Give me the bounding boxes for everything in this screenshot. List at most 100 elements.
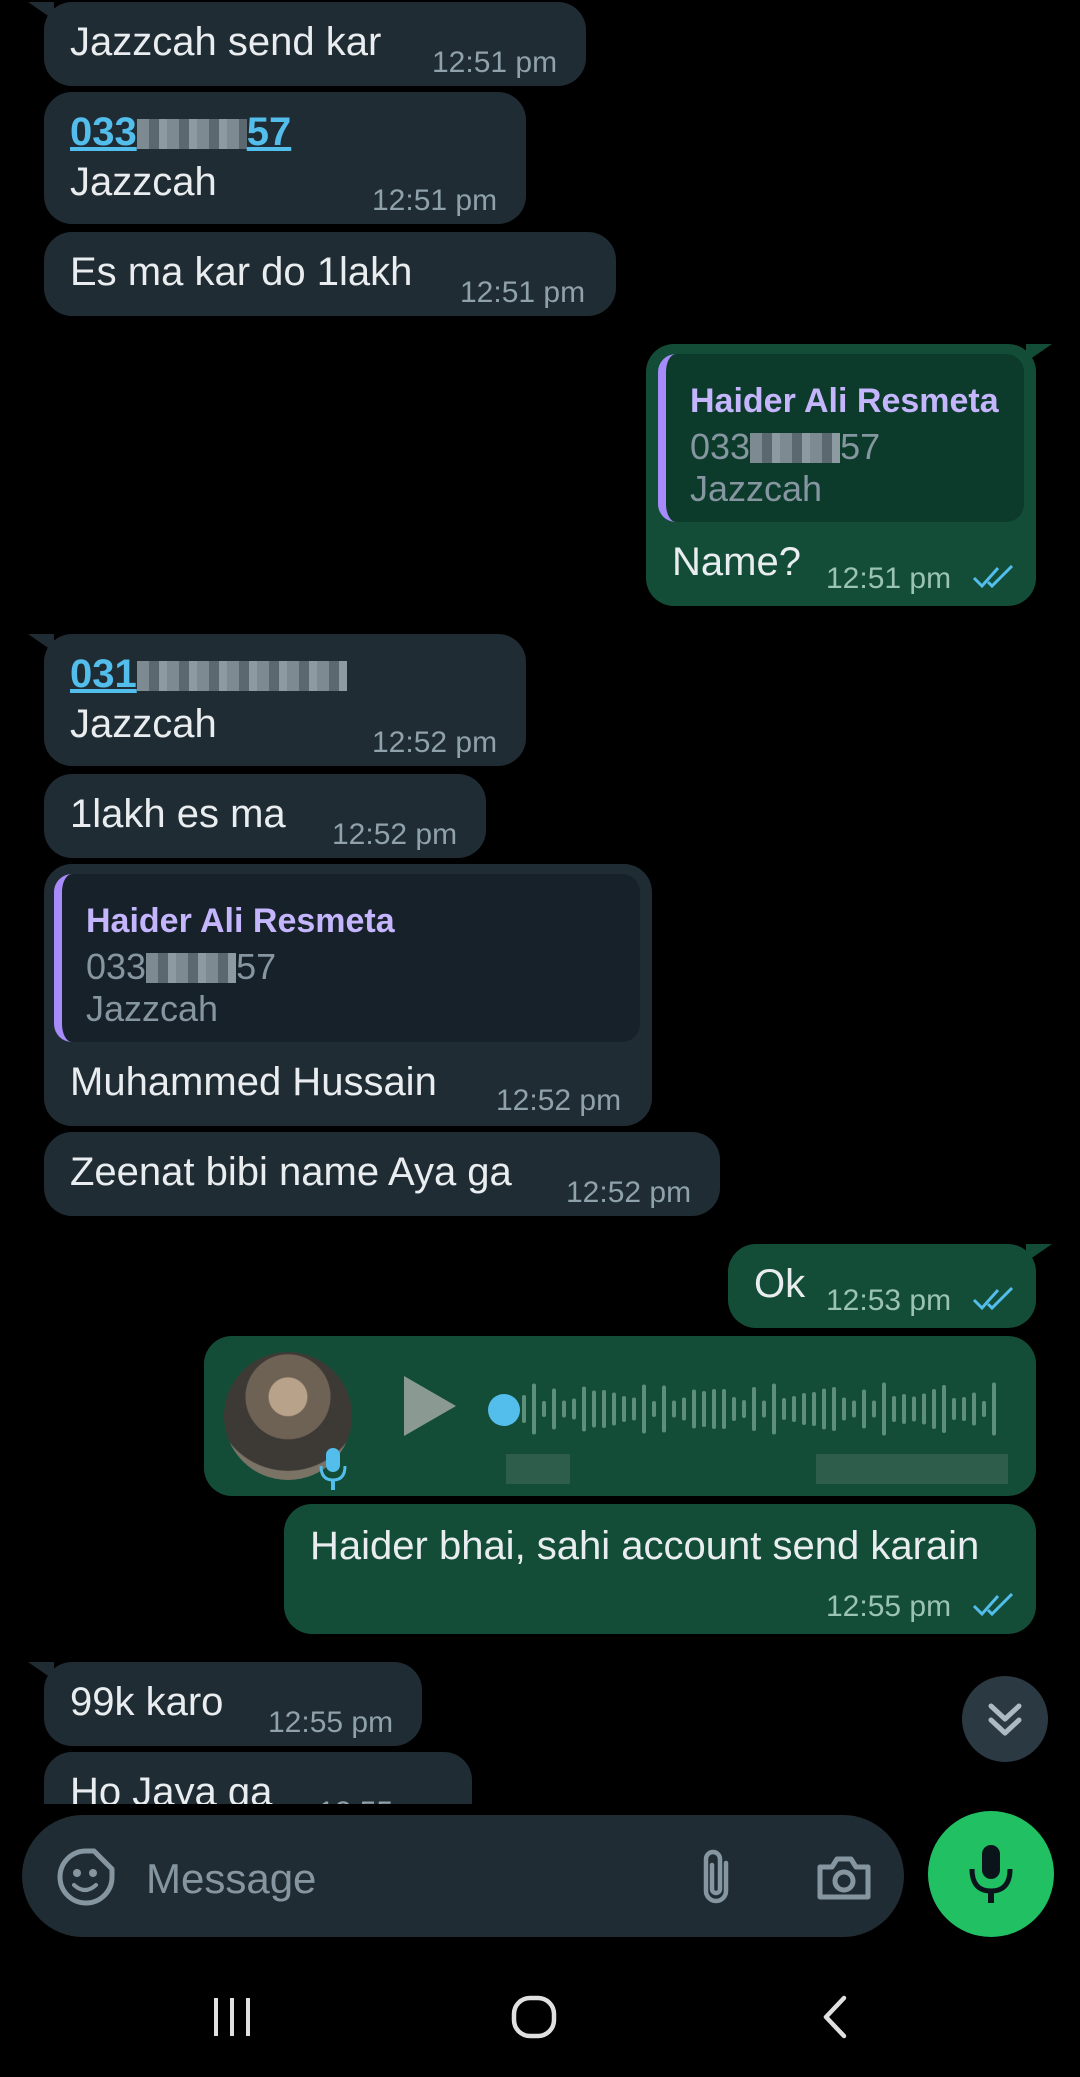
waveform-bar — [532, 1383, 536, 1435]
phone-link[interactable]: 033 57 — [70, 110, 291, 155]
message-outgoing[interactable]: Haider bhai, sahi account send karain 12… — [284, 1504, 1036, 1634]
waveform-bar — [922, 1393, 926, 1425]
message-text: Muhammed Hussain — [70, 1060, 437, 1104]
sticker-icon[interactable] — [56, 1847, 116, 1907]
message-text: Zeenat bibi name Aya ga — [70, 1150, 512, 1194]
message-incoming[interactable]: Ho Jaya ga 12:55 pm — [44, 1752, 472, 1804]
scroll-to-bottom-button[interactable] — [962, 1676, 1048, 1762]
redacted-digits — [136, 119, 247, 149]
message-text: 99k karo — [70, 1680, 224, 1724]
waveform-bar — [932, 1389, 936, 1429]
phone-prefix: 033 — [86, 946, 147, 987]
waveform-bar — [862, 1389, 866, 1429]
quoted-contact[interactable]: Haider Ali Resmeta 033 57 Jazzcah — [658, 354, 1024, 522]
waveform-bar — [522, 1395, 526, 1423]
waveform-bar — [602, 1390, 606, 1428]
double-check-icon — [972, 564, 1014, 589]
waveform-bar — [712, 1389, 716, 1429]
waveform-bar — [662, 1385, 666, 1433]
message-input[interactable]: Message — [146, 1855, 316, 1903]
message-text: 1lakh es ma — [70, 792, 286, 836]
message-incoming[interactable]: 99k karo 12:55 pm — [28, 1662, 422, 1746]
message-outgoing[interactable]: Ok 12:53 pm — [728, 1244, 1052, 1328]
waveform-bar — [722, 1389, 726, 1429]
waveform-bar — [592, 1390, 596, 1428]
waveform-bar — [622, 1396, 626, 1422]
message-incoming[interactable]: 031 Jazzcah 12:52 pm — [28, 634, 526, 766]
message-text: Es ma kar do 1lakh — [70, 250, 413, 294]
message-incoming[interactable]: Es ma kar do 1lakh 12:51 pm — [44, 232, 616, 316]
waveform-bar — [792, 1396, 796, 1422]
double-check-icon — [972, 1592, 1014, 1617]
message-incoming[interactable]: Jazzcah send kar 12:51 pm — [28, 2, 586, 86]
double-check-icon — [972, 1286, 1014, 1311]
message-time: 12:51 pm — [460, 276, 586, 309]
message-time: 12:55 pm — [826, 1590, 952, 1623]
message-text: Name? — [672, 540, 801, 584]
redacted-digits — [136, 661, 347, 691]
waveform-bar — [962, 1397, 966, 1421]
message-text: Haider bhai, sahi account send karain — [310, 1524, 980, 1568]
chat-area[interactable]: Jazzcah send kar 12:51 pm 033 57 Jazzcah … — [0, 0, 1080, 1804]
phone-link[interactable]: 031 — [70, 652, 347, 697]
message-incoming[interactable]: 1lakh es ma 12:52 pm — [44, 774, 486, 858]
message-time: 12:52 pm — [372, 726, 498, 759]
waveform-bar — [972, 1392, 976, 1426]
waveform-bar — [992, 1382, 996, 1436]
waveform-bar — [942, 1385, 946, 1433]
paperclip-icon[interactable] — [698, 1847, 738, 1907]
waveform-bar — [672, 1400, 676, 1418]
redacted-digits — [146, 953, 237, 983]
quote-phone: 033 57 — [86, 946, 276, 988]
waveform-bar — [562, 1400, 566, 1418]
message-time: 12:55 pm — [268, 1706, 394, 1739]
microphone-icon — [319, 1448, 347, 1490]
play-icon[interactable] — [404, 1376, 456, 1436]
message-time: 12:53 pm — [826, 1284, 952, 1317]
message-text: Ok — [754, 1262, 806, 1306]
quoted-contact[interactable]: Haider Ali Resmeta 033 57 Jazzcah — [54, 874, 640, 1042]
message-incoming[interactable]: Haider Ali Resmeta 033 57 Jazzcah Muhamme… — [44, 864, 652, 1126]
waveform-bar — [782, 1398, 786, 1420]
back-button[interactable] — [812, 1992, 862, 2042]
waveform-bar — [872, 1400, 876, 1418]
waveform-bar — [762, 1400, 766, 1418]
waveform-bar — [632, 1397, 636, 1421]
message-outgoing[interactable]: Haider Ali Resmeta 033 57 Jazzcah Name? 1… — [646, 344, 1052, 606]
waveform-bar — [952, 1398, 956, 1420]
message-composer[interactable]: Message — [22, 1815, 904, 1937]
camera-icon[interactable] — [814, 1853, 874, 1903]
quote-name: Haider Ali Resmeta — [690, 382, 999, 420]
system-nav-bar — [0, 1950, 1080, 2077]
waveform-bar — [702, 1391, 706, 1427]
waveform[interactable] — [522, 1376, 1002, 1442]
waveform-bar — [642, 1384, 646, 1434]
phone-prefix: 033 — [690, 426, 751, 467]
message-time: 12:55 pm — [318, 1796, 443, 1804]
double-chevron-down-icon — [988, 1703, 1022, 1736]
message-text: Jazzcah send kar — [70, 20, 382, 64]
waveform-bar — [572, 1398, 576, 1420]
message-time: 12:51 pm — [826, 562, 952, 595]
quote-line: Jazzcah — [86, 988, 219, 1029]
message-time: 12:51 pm — [372, 184, 498, 217]
message-incoming[interactable]: Zeenat bibi name Aya ga 12:52 pm — [44, 1132, 720, 1216]
message-time: 12:52 pm — [566, 1176, 692, 1209]
voice-message[interactable] — [204, 1336, 1036, 1496]
waveform-bar — [552, 1388, 556, 1430]
waveform-bar — [812, 1392, 816, 1426]
waveform-bar — [882, 1382, 886, 1436]
message-text: Ho Jaya ga — [70, 1770, 273, 1804]
waveform-bar — [912, 1396, 916, 1422]
seek-handle[interactable] — [488, 1394, 520, 1426]
duration-redacted — [506, 1454, 570, 1484]
quote-phone: 033 57 — [690, 426, 880, 468]
waveform-bar — [842, 1397, 846, 1421]
message-incoming[interactable]: 033 57 Jazzcah 12:51 pm — [44, 92, 526, 224]
voice-record-button[interactable] — [928, 1811, 1054, 1937]
message-time: 12:52 pm — [496, 1084, 622, 1117]
home-button[interactable] — [510, 1992, 560, 2042]
recent-apps-button[interactable] — [208, 1992, 258, 2042]
message-text: Jazzcah — [70, 160, 217, 204]
message-time: 12:52 pm — [332, 818, 458, 851]
